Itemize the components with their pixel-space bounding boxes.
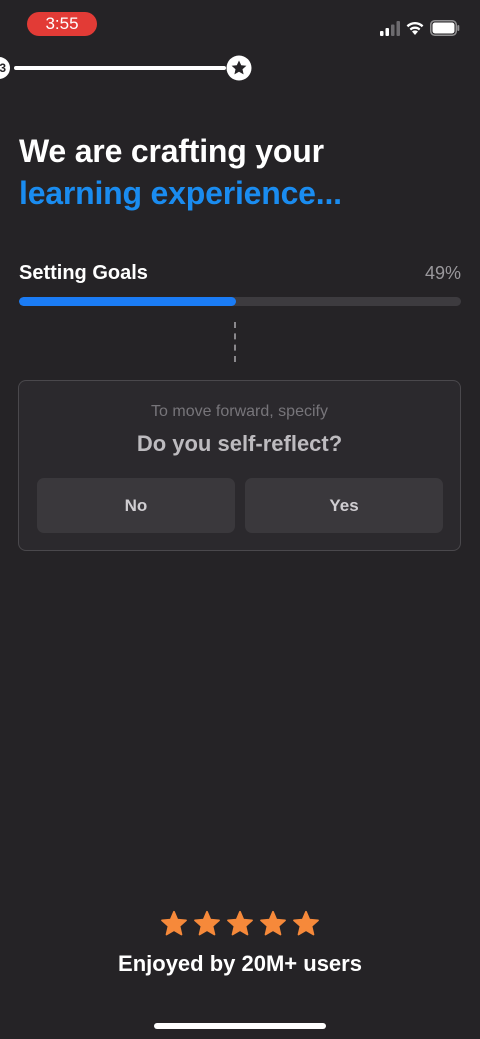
status-time: 3:55 — [27, 12, 97, 36]
headline-line-1: We are crafting your — [19, 133, 324, 169]
home-indicator[interactable] — [154, 1023, 326, 1029]
dashed-connector — [234, 322, 236, 362]
progress-bar-fill — [19, 297, 236, 306]
rating-star-icon — [260, 910, 286, 936]
rating-star-icon — [293, 910, 319, 936]
signal-icon — [380, 21, 400, 36]
question-card: To move forward, specify Do you self-ref… — [18, 380, 461, 551]
star-icon — [226, 55, 252, 81]
rating-stars — [160, 910, 320, 940]
question-text: Do you self-reflect? — [136, 431, 343, 456]
rating-star-icon — [227, 910, 253, 936]
step-start-node: 3 — [0, 57, 10, 79]
wifi-icon — [406, 21, 424, 35]
headline-line-2: learning experience... — [19, 175, 342, 211]
step-track: 3 — [0, 54, 480, 82]
battery-icon — [430, 20, 460, 36]
rating-text: Enjoyed by 20M+ users — [118, 951, 362, 976]
step-track-line — [14, 66, 226, 70]
progress-percent: 49% — [424, 263, 461, 283]
question-hint: To move forward, specify — [151, 403, 328, 420]
progress-bar — [19, 297, 461, 306]
page-title: We are crafting your learning experience… — [19, 130, 469, 214]
progress-label: Setting Goals — [19, 262, 148, 284]
status-bar: 3:55 — [0, 0, 480, 50]
rating-star-icon — [194, 910, 220, 936]
answer-yes-button[interactable]: Yes — [245, 478, 443, 533]
rating-star-icon — [161, 910, 187, 936]
answer-no-button[interactable]: No — [37, 478, 235, 533]
